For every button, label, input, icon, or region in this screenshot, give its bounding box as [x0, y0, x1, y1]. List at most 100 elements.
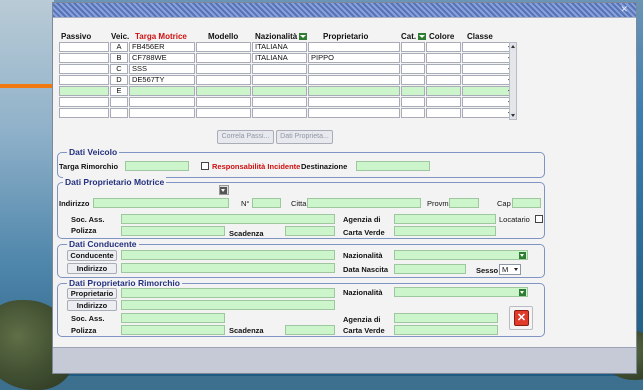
- cell-passivo[interactable]: [59, 64, 109, 74]
- cell-modello[interactable]: [196, 42, 251, 52]
- agenzia-field[interactable]: [394, 214, 496, 224]
- cell-proprietario[interactable]: [308, 86, 400, 96]
- dati-proprieta-button[interactable]: Dati Proprieta...: [276, 130, 333, 144]
- cell-modello[interactable]: [196, 64, 251, 74]
- cell-proprietario[interactable]: [308, 75, 400, 85]
- destinazione-field[interactable]: [356, 161, 430, 171]
- cell-veic[interactable]: [110, 97, 128, 107]
- polizza-field[interactable]: [121, 226, 225, 236]
- citta-field[interactable]: [307, 198, 421, 208]
- sesso-select[interactable]: M: [499, 264, 521, 275]
- cell-cat[interactable]: [401, 42, 425, 52]
- rimorchio-agenzia-field[interactable]: [394, 313, 498, 323]
- cell-classe-select[interactable]: [462, 86, 514, 96]
- cell-veic[interactable]: [110, 108, 128, 118]
- cell-proprietario[interactable]: PIPPO: [308, 53, 400, 63]
- correla-passivi-button[interactable]: Correla Passi...: [217, 130, 274, 144]
- indirizzo-field[interactable]: [93, 198, 229, 208]
- cell-passivo[interactable]: [59, 42, 109, 52]
- cap-field[interactable]: [512, 198, 541, 208]
- conducente-indirizzo-button[interactable]: Indirizzo: [67, 263, 117, 274]
- cell-passivo[interactable]: [59, 86, 109, 96]
- rimorchio-soc-ass-field[interactable]: [121, 313, 225, 323]
- cell-cat[interactable]: [401, 64, 425, 74]
- cell-nazionalita[interactable]: [252, 64, 307, 74]
- rimorchio-proprietario-button[interactable]: Proprietario: [67, 288, 117, 299]
- cell-targa[interactable]: CF788WE: [129, 53, 195, 63]
- data-nascita-field[interactable]: [394, 264, 466, 274]
- cell-classe-select[interactable]: [462, 97, 514, 107]
- window-titlebar[interactable]: ✕: [53, 3, 636, 17]
- cell-proprietario[interactable]: [308, 42, 400, 52]
- rimorchio-polizza-field[interactable]: [121, 325, 225, 335]
- cell-targa[interactable]: FB456ER: [129, 42, 195, 52]
- rimorchio-indirizzo-button[interactable]: Indirizzo: [67, 300, 117, 311]
- cell-modello[interactable]: [196, 108, 251, 118]
- cell-targa[interactable]: [129, 86, 195, 96]
- cell-passivo[interactable]: [59, 53, 109, 63]
- cell-proprietario[interactable]: [308, 108, 400, 118]
- cell-colore[interactable]: [426, 53, 461, 63]
- cell-passivo[interactable]: [59, 108, 109, 118]
- col-header-nazionalita[interactable]: Nazionalità: [255, 32, 308, 41]
- cell-modello[interactable]: [196, 86, 251, 96]
- conducente-indirizzo-field[interactable]: [121, 263, 335, 273]
- cell-cat[interactable]: [401, 53, 425, 63]
- locatario-checkbox[interactable]: [535, 215, 543, 223]
- close-button[interactable]: ✕: [509, 306, 533, 330]
- cell-cat[interactable]: [401, 97, 425, 107]
- cell-targa[interactable]: SSS: [129, 64, 195, 74]
- cell-veic[interactable]: C: [110, 64, 128, 74]
- cell-classe-select[interactable]: [462, 53, 514, 63]
- window-close-icon[interactable]: ✕: [620, 4, 628, 15]
- cell-cat[interactable]: [401, 86, 425, 96]
- cell-veic[interactable]: B: [110, 53, 128, 63]
- rimorchio-nazionalita-select[interactable]: [394, 287, 528, 297]
- motrice-select[interactable]: [219, 185, 229, 195]
- cell-veic[interactable]: E: [110, 86, 128, 96]
- grid-scrollbar[interactable]: [509, 42, 517, 120]
- cell-nazionalita[interactable]: [252, 86, 307, 96]
- cell-proprietario[interactable]: [308, 64, 400, 74]
- cell-nazionalita[interactable]: [252, 97, 307, 107]
- scroll-down-icon[interactable]: [510, 112, 516, 119]
- cell-targa[interactable]: [129, 97, 195, 107]
- conducente-nazionalita-select[interactable]: [394, 250, 528, 260]
- cell-colore[interactable]: [426, 75, 461, 85]
- cell-colore[interactable]: [426, 42, 461, 52]
- cell-classe-select[interactable]: [462, 108, 514, 118]
- cell-classe-select[interactable]: [462, 75, 514, 85]
- cell-modello[interactable]: [196, 75, 251, 85]
- cell-cat[interactable]: [401, 75, 425, 85]
- cell-nazionalita[interactable]: [252, 108, 307, 118]
- cell-proprietario[interactable]: [308, 97, 400, 107]
- cell-modello[interactable]: [196, 97, 251, 107]
- cell-cat[interactable]: [401, 108, 425, 118]
- cell-nazionalita[interactable]: ITALIANA: [252, 53, 307, 63]
- conducente-button[interactable]: Conducente: [67, 250, 117, 261]
- cell-colore[interactable]: [426, 97, 461, 107]
- rimorchio-carta-verde-field[interactable]: [394, 325, 498, 335]
- carta-verde-field[interactable]: [394, 226, 496, 236]
- scroll-up-icon[interactable]: [510, 43, 516, 50]
- provincia-field[interactable]: [449, 198, 479, 208]
- cell-targa[interactable]: DE567TY: [129, 75, 195, 85]
- col-header-cat[interactable]: Cat.: [401, 32, 427, 41]
- cell-classe-select[interactable]: [462, 64, 514, 74]
- rimorchio-scadenza-field[interactable]: [285, 325, 335, 335]
- scadenza-field[interactable]: [285, 226, 335, 236]
- cell-veic[interactable]: D: [110, 75, 128, 85]
- cell-modello[interactable]: [196, 53, 251, 63]
- cell-passivo[interactable]: [59, 97, 109, 107]
- cell-classe-select[interactable]: [462, 42, 514, 52]
- rimorchio-indirizzo-field[interactable]: [121, 300, 335, 310]
- cell-targa[interactable]: [129, 108, 195, 118]
- cell-nazionalita[interactable]: ITALIANA: [252, 42, 307, 52]
- rimorchio-proprietario-field[interactable]: [121, 288, 335, 298]
- soc-ass-field[interactable]: [121, 214, 335, 224]
- conducente-field[interactable]: [121, 250, 335, 260]
- cell-passivo[interactable]: [59, 75, 109, 85]
- cell-colore[interactable]: [426, 108, 461, 118]
- cell-veic[interactable]: A: [110, 42, 128, 52]
- cell-colore[interactable]: [426, 64, 461, 74]
